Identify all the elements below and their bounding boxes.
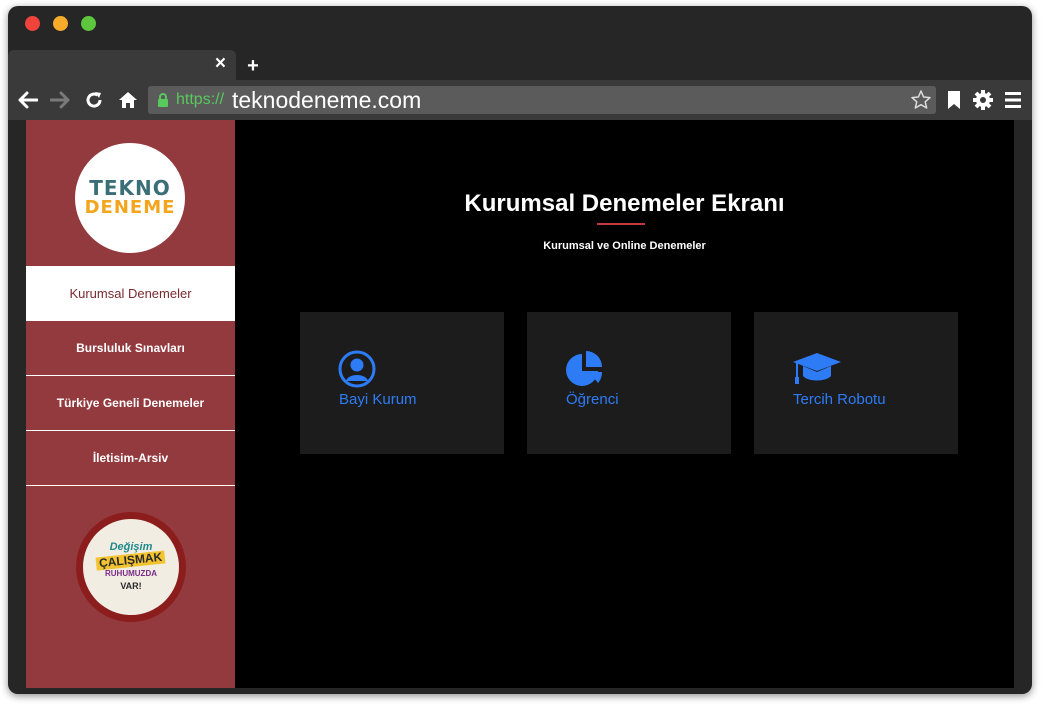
card-bayi-kurum[interactable]: Bayi Kurum: [300, 312, 504, 454]
sidebar-item-iletisim-arsiv[interactable]: İletisim-Arsiv: [26, 431, 235, 486]
badge-line3: RUHUMUZDA: [105, 569, 157, 578]
url-host: teknodeneme.com: [232, 87, 422, 113]
sidebar-item-turkiye-geneli-denemeler[interactable]: Türkiye Geneli Denemeler: [26, 376, 235, 431]
sidebar-item-kurumsal-denemeler[interactable]: Kurumsal Denemeler: [26, 266, 235, 321]
gear-icon[interactable]: [971, 88, 995, 112]
page-title: Kurumsal Denemeler Ekranı: [464, 190, 785, 217]
sidebar-item-bursluluk-sinavlari[interactable]: Bursluluk Sınavları: [26, 321, 235, 376]
sidebar-item-label: Bursluluk Sınavları: [76, 341, 185, 355]
graduation-cap-icon: [792, 350, 842, 391]
sidebar: TEKNO DENEME Kurumsal Denemeler Burslulu…: [26, 120, 235, 688]
browser-window: × + https:// teknodeneme.com TEKNO DENEM…: [8, 6, 1032, 694]
home-icon[interactable]: [116, 88, 140, 112]
maximize-window-button[interactable]: [81, 16, 96, 31]
forward-arrow-icon[interactable]: [48, 88, 72, 112]
tab-close-icon[interactable]: ×: [215, 53, 226, 75]
pie-chart-icon: [565, 350, 603, 393]
card-tercih-robotu[interactable]: Tercih Robotu: [754, 312, 958, 454]
sidebar-item-label: Türkiye Geneli Denemeler: [56, 396, 205, 410]
window-controls: [25, 16, 96, 31]
motto-badge: Değişim ÇALIŞMAK RUHUMUZDA VAR!: [76, 512, 186, 622]
browser-toolbar: https:// teknodeneme.com: [8, 80, 1032, 120]
badge-line4: VAR!: [120, 581, 142, 591]
reload-icon[interactable]: [82, 88, 106, 112]
logo-line2: DENEME: [84, 197, 176, 218]
minimize-window-button[interactable]: [53, 16, 68, 31]
bookmark-star-icon[interactable]: [910, 89, 932, 116]
browser-tab[interactable]: ×: [8, 50, 236, 80]
title-divider: [597, 223, 645, 225]
close-window-button[interactable]: [25, 16, 40, 31]
back-arrow-icon[interactable]: [16, 88, 40, 112]
url-protocol: https://: [176, 91, 225, 108]
site-logo[interactable]: TEKNO DENEME: [75, 143, 185, 253]
sidebar-menu: Kurumsal Denemeler Bursluluk Sınavları T…: [26, 266, 235, 486]
card-label: Bayi Kurum: [339, 391, 417, 408]
menu-icon[interactable]: [1001, 88, 1025, 112]
logo-line1: TEKNO: [89, 176, 171, 200]
card-label: Öğrenci: [566, 391, 619, 408]
sidebar-item-label: Kurumsal Denemeler: [69, 285, 192, 301]
card-ogrenci[interactable]: Öğrenci: [527, 312, 731, 454]
new-tab-button[interactable]: +: [236, 56, 270, 80]
address-bar[interactable]: https:// teknodeneme.com: [148, 86, 936, 114]
bookmark-icon[interactable]: [942, 88, 966, 112]
user-circle-icon: [338, 350, 376, 393]
motto-badge-inner: Değişim ÇALIŞMAK RUHUMUZDA VAR!: [83, 519, 179, 615]
page-viewport: TEKNO DENEME Kurumsal Denemeler Burslulu…: [26, 120, 1014, 688]
card-label: Tercih Robotu: [793, 391, 886, 408]
page-subtitle: Kurumsal ve Online Denemeler: [543, 240, 706, 252]
sidebar-item-label: İletisim-Arsiv: [92, 451, 169, 465]
lock-icon: [157, 93, 169, 112]
